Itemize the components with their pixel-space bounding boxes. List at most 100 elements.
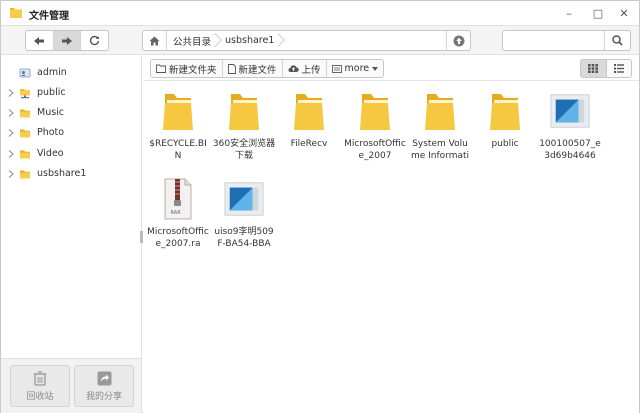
sidebar-item-photo[interactable]: Photo — [1, 124, 141, 142]
file-item-360-downloads[interactable]: 360安全浏览器下载 — [212, 82, 276, 162]
file-item-image-uiso9[interactable]: uiso9李明509F-BA54-BBA — [212, 170, 276, 250]
folder-app-icon — [10, 8, 22, 18]
sidebar-item-label: Photo — [37, 127, 65, 138]
my-share-label: 我的分享 — [85, 391, 122, 402]
title-bar: 文件管理 – □ ✕ — [1, 1, 639, 25]
folder-icon — [229, 94, 259, 130]
close-button[interactable]: ✕ — [616, 5, 632, 21]
path-bar: 公共目录 usbshare1 — [142, 30, 471, 51]
chevron-right-icon[interactable] — [8, 89, 14, 97]
search-button[interactable] — [604, 31, 630, 50]
history-nav — [25, 30, 109, 51]
go-up-button[interactable] — [446, 31, 470, 50]
folder-icon — [294, 94, 324, 130]
new-file-icon — [227, 63, 236, 74]
rar-badge: RAR — [171, 210, 182, 216]
file-item-image-100100507[interactable]: 100100507_e3d69b4646 — [538, 82, 602, 162]
share-icon — [97, 371, 111, 385]
arrow-left-icon — [34, 36, 45, 45]
file-name: System Volume Informati — [410, 139, 470, 161]
refresh-button[interactable] — [81, 31, 108, 50]
file-item-public[interactable]: public — [473, 82, 537, 162]
toolbar: 新建文件夹 新建文件 上传 more — [143, 56, 639, 81]
upload-button[interactable]: 上传 — [283, 60, 327, 77]
back-button[interactable] — [26, 31, 54, 50]
view-toggle — [580, 59, 632, 78]
breadcrumb-usbshare1[interactable]: usbshare1 — [219, 31, 282, 50]
chevron-right-icon[interactable] — [8, 129, 14, 137]
new-folder-icon — [156, 64, 166, 73]
image-file-icon — [224, 182, 264, 216]
folder-icon — [490, 94, 520, 130]
cloud-upload-icon — [288, 65, 299, 72]
minimize-button[interactable]: – — [561, 5, 577, 21]
folder-icon — [20, 150, 30, 159]
file-name: 100100507_e3d69b4646 — [539, 139, 601, 161]
search-box — [502, 30, 631, 51]
new-file-button[interactable]: 新建文件 — [223, 60, 283, 77]
sidebar-item-label: admin — [37, 67, 67, 78]
navigation-bar: 公共目录 usbshare1 — [1, 25, 639, 55]
sidebar-tree: admin public Music Photo Video usbshare1… — [1, 56, 142, 413]
more-icon — [331, 64, 342, 73]
search-input[interactable] — [503, 31, 605, 50]
sidebar-item-label: Music — [37, 107, 65, 118]
file-grid: $RECYCLE.BIN 360安全浏览器下载 FileRecv Microso… — [143, 82, 639, 413]
recycle-bin-button[interactable]: 回收站 — [10, 365, 70, 407]
upload-label: 上传 — [301, 64, 321, 76]
sidebar-footer: 回收站 我的分享 — [1, 358, 141, 413]
file-item-office-folder[interactable]: MicrosoftOffice_2007 — [343, 82, 407, 162]
action-buttons: 新建文件夹 新建文件 上传 more — [150, 59, 385, 78]
folder-icon — [20, 129, 30, 138]
folder-icon — [20, 170, 30, 179]
arrow-right-icon — [62, 36, 72, 45]
breadcrumb-public-dir[interactable]: 公共目录 — [167, 31, 219, 50]
window-title: 文件管理 — [29, 11, 69, 22]
sidebar-item-admin[interactable]: admin — [1, 64, 141, 82]
chevron-right-icon[interactable] — [8, 150, 14, 158]
folder-icon — [425, 94, 455, 130]
sidebar-item-music[interactable]: Music — [1, 104, 141, 122]
trash-icon — [33, 370, 47, 386]
more-label: more — [344, 63, 370, 74]
file-name: public — [491, 139, 519, 149]
recycle-bin-label: 回收站 — [26, 391, 54, 402]
grid-view-button[interactable] — [581, 60, 607, 77]
network-folder-icon — [20, 89, 30, 99]
image-file-icon — [550, 94, 590, 128]
new-folder-label: 新建文件夹 — [169, 64, 217, 76]
refresh-icon — [90, 35, 100, 46]
file-name: MicrosoftOffice_2007 — [344, 139, 406, 161]
folder-icon — [163, 94, 193, 130]
folder-icon — [360, 94, 390, 130]
file-name: FileRecv — [290, 139, 328, 149]
sidebar-item-video[interactable]: Video — [1, 145, 141, 163]
user-icon — [19, 68, 31, 78]
home-icon — [149, 36, 160, 45]
maximize-button[interactable]: □ — [590, 5, 606, 21]
home-button[interactable] — [143, 31, 167, 50]
file-name: uiso9李明509F-BA54-BBA — [214, 227, 274, 249]
chevron-right-icon[interactable] — [8, 170, 14, 178]
file-item-filerecv[interactable]: FileRecv — [277, 82, 341, 162]
file-name: MicrosoftOffice_2007.ra — [147, 227, 209, 249]
file-name: 360安全浏览器下载 — [212, 139, 276, 161]
sidebar-item-usbshare1[interactable]: usbshare1 — [1, 165, 141, 183]
new-folder-button[interactable]: 新建文件夹 — [151, 60, 223, 77]
file-item-office-rar[interactable]: RAR MicrosoftOffice_2007.ra — [146, 170, 210, 250]
list-view-button[interactable] — [607, 60, 632, 77]
my-share-button[interactable]: 我的分享 — [74, 365, 134, 407]
sidebar-item-label: Video — [37, 148, 64, 159]
new-file-label: 新建文件 — [238, 64, 277, 76]
chevron-right-icon[interactable] — [8, 109, 14, 117]
file-item-system-volume[interactable]: System Volume Informati — [408, 82, 472, 162]
folder-icon — [20, 109, 30, 118]
forward-button[interactable] — [53, 31, 82, 50]
rar-archive-icon: RAR — [164, 178, 192, 220]
list-icon — [613, 64, 624, 73]
sidebar-item-public[interactable]: public — [1, 84, 141, 102]
sidebar-item-label: usbshare1 — [37, 168, 87, 179]
more-dropdown[interactable]: more — [327, 60, 384, 77]
file-item-recycle-bin[interactable]: $RECYCLE.BIN — [146, 82, 210, 162]
arrow-up-circle-icon — [453, 35, 464, 46]
